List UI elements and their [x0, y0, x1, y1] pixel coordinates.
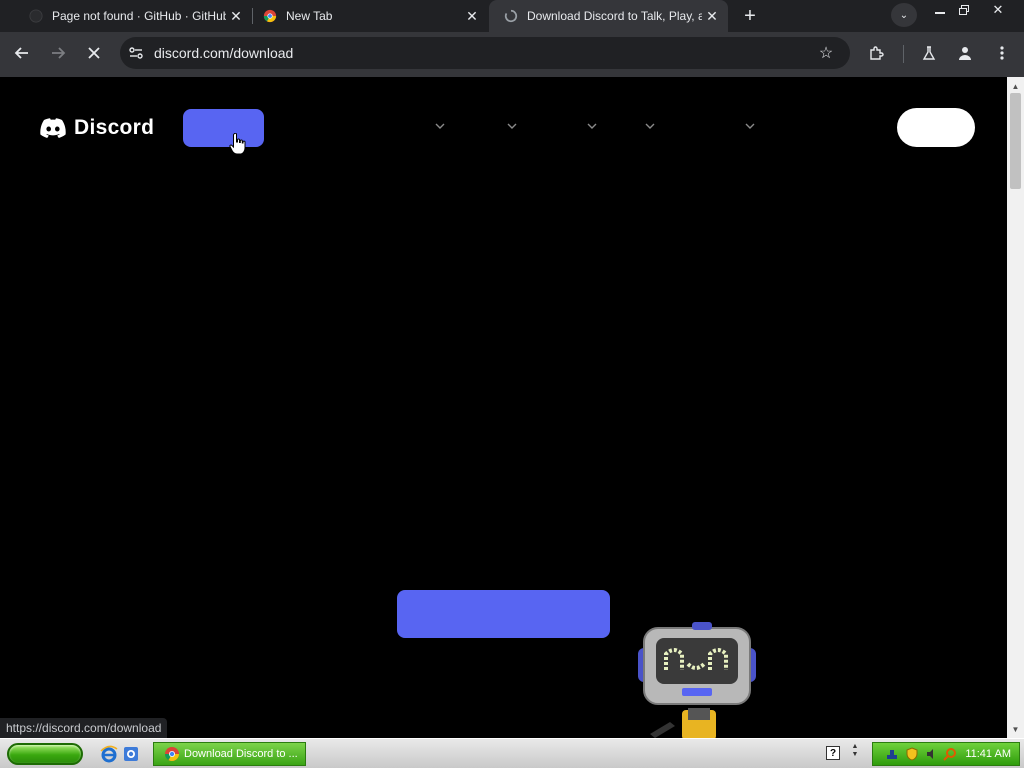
- close-tab-icon[interactable]: ✕: [702, 6, 722, 26]
- site-info-icon[interactable]: [122, 41, 150, 65]
- profile-icon[interactable]: [951, 39, 979, 67]
- start-button[interactable]: [7, 743, 83, 765]
- nav-dropdown-chevron-icon[interactable]: [744, 119, 756, 133]
- taskbar-item-discord-download[interactable]: Download Discord to ...: [153, 742, 306, 766]
- close-window-button[interactable]: ✕: [986, 0, 1010, 20]
- nav-dropdown-chevron-icon[interactable]: [644, 119, 656, 133]
- network-icon[interactable]: [885, 747, 899, 761]
- nav-download-button[interactable]: [183, 109, 264, 147]
- bookmark-star-icon[interactable]: ☆: [812, 39, 840, 67]
- github-icon: [28, 8, 44, 24]
- close-tab-icon[interactable]: ✕: [462, 6, 482, 26]
- tab-title: Download Discord to Talk, Play, and Hang…: [527, 9, 702, 23]
- search-magnifier-icon[interactable]: [943, 747, 957, 761]
- link-status-bubble: https://discord.com/download: [0, 718, 168, 738]
- hand-cursor-icon: [229, 132, 247, 160]
- minimize-button[interactable]: [928, 0, 952, 20]
- new-tab-button[interactable]: +: [736, 3, 764, 29]
- screen: Page not found · GitHub · GitHub ✕ New T…: [0, 0, 1024, 768]
- stop-loading-button[interactable]: [80, 39, 108, 67]
- volume-icon[interactable]: [925, 747, 939, 761]
- security-shield-icon[interactable]: [905, 747, 919, 761]
- nav-dropdown-chevron-icon[interactable]: [434, 119, 446, 133]
- address-bar[interactable]: discord.com/download ☆: [120, 37, 850, 69]
- discord-page: Discord https://discord.com/download: [0, 77, 1007, 738]
- discord-clyde-icon: [40, 118, 66, 138]
- tab-title: Page not found · GitHub · GitHub: [52, 9, 226, 23]
- system-tray: 11:41 AM: [872, 742, 1020, 766]
- page-scrollbar[interactable]: ▲ ▼: [1007, 77, 1024, 738]
- scroll-thumb[interactable]: [1010, 93, 1021, 189]
- menu-kebab-icon[interactable]: [988, 39, 1016, 67]
- tab-github[interactable]: Page not found · GitHub · GitHub ✕: [14, 0, 252, 32]
- logo-text: Discord: [74, 116, 155, 139]
- clock[interactable]: 11:41 AM: [965, 748, 1011, 760]
- nav-dropdown-chevron-icon[interactable]: [586, 119, 598, 133]
- help-icon[interactable]: ?: [826, 746, 840, 760]
- tab-discord-download[interactable]: Download Discord to Talk, Play, and Hang…: [489, 0, 728, 32]
- robot-mascot-illustration: [630, 622, 765, 738]
- close-tab-icon[interactable]: ✕: [226, 6, 246, 26]
- labs-flask-icon[interactable]: [915, 39, 943, 67]
- tab-new-tab[interactable]: New Tab ✕: [248, 0, 488, 32]
- chrome-icon: [262, 8, 278, 24]
- browser-toolbar: discord.com/download ☆: [0, 32, 1024, 74]
- scroll-down-arrow-icon[interactable]: ▼: [1007, 722, 1024, 736]
- tab-strip: Page not found · GitHub · GitHub ✕ New T…: [0, 0, 1024, 32]
- scroll-up-arrow-icon[interactable]: ▲: [1007, 79, 1024, 93]
- loading-icon: [503, 8, 519, 24]
- back-button[interactable]: [8, 39, 36, 67]
- restore-button[interactable]: [952, 0, 976, 20]
- tab-title: New Tab: [286, 9, 333, 23]
- nav-dropdown-chevron-icon[interactable]: [506, 119, 518, 133]
- tray-expand-arrows-icon[interactable]: ▲ ▼: [850, 743, 860, 765]
- chrome-quicklaunch-icon[interactable]: [122, 745, 140, 763]
- extensions-icon[interactable]: [862, 39, 890, 67]
- download-for-windows-button[interactable]: [397, 590, 610, 638]
- login-button[interactable]: [897, 108, 975, 147]
- taskbar-item-label: Download Discord to ...: [184, 748, 298, 760]
- chrome-window-icon: [164, 746, 180, 762]
- tab-search-button[interactable]: ⌄: [891, 3, 917, 27]
- internet-explorer-icon[interactable]: [100, 745, 118, 763]
- toolbar-divider: [903, 45, 904, 63]
- url-text[interactable]: discord.com/download: [154, 45, 812, 61]
- windows-taskbar: Download Discord to ... ? ▲ ▼ 11:41 AM: [0, 738, 1024, 768]
- discord-logo[interactable]: Discord: [40, 116, 154, 140]
- forward-button[interactable]: [44, 39, 72, 67]
